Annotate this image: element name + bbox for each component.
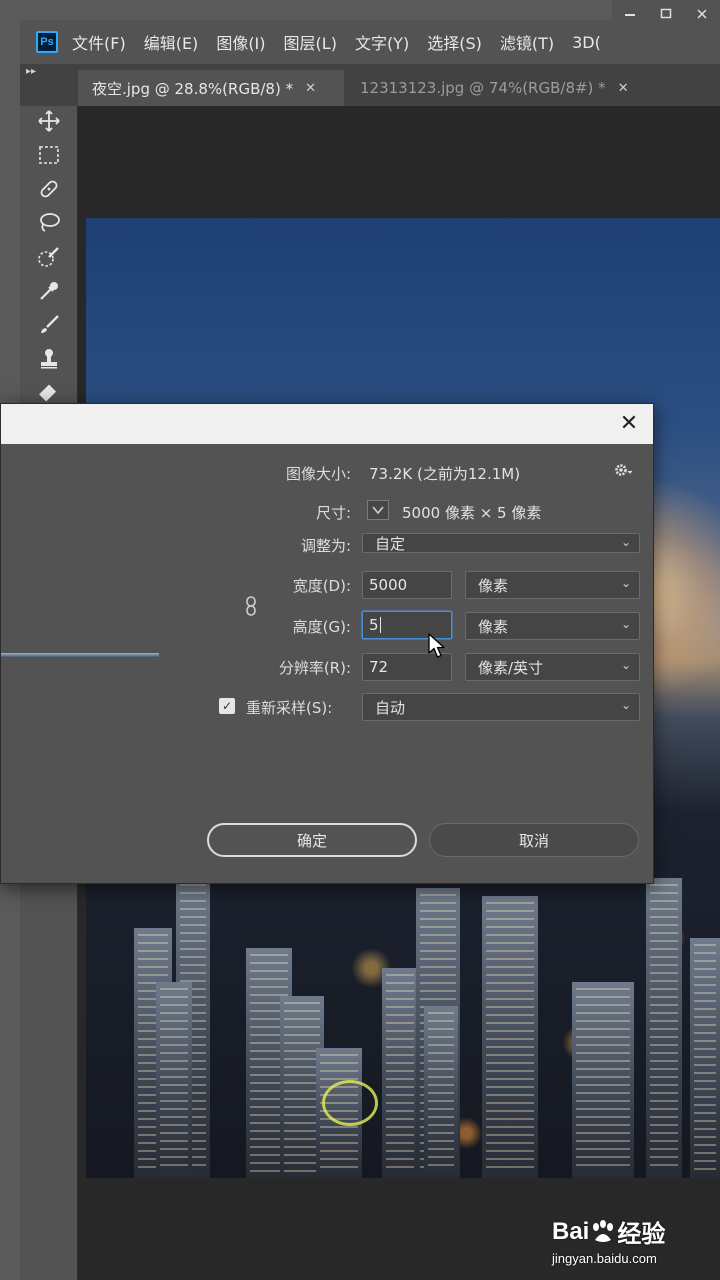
panel-collapse-icon[interactable]: ▸▸ xyxy=(26,66,36,77)
tab-night-sky[interactable]: 夜空.jpg @ 28.8%(RGB/8) * ✕ xyxy=(78,70,344,106)
fit-to-value: 自定 xyxy=(375,534,406,553)
menu-file[interactable]: 文件(F) xyxy=(72,30,126,54)
resolution-value: 72 xyxy=(369,658,389,676)
image-size-value: 73.2K (之前为12.1M) xyxy=(369,465,521,483)
menu-image[interactable]: 图像(I) xyxy=(216,30,265,54)
text-caret xyxy=(379,617,381,633)
chevron-down-icon: ⌄ xyxy=(620,658,631,672)
dimensions-toggle[interactable] xyxy=(367,500,389,520)
menu-layer[interactable]: 图层(L) xyxy=(284,30,337,54)
healing-icon[interactable] xyxy=(32,174,66,204)
tab-label: 12313123.jpg @ 74%(RGB/8#) * xyxy=(360,79,606,97)
window-controls xyxy=(612,0,720,28)
height-label: 高度(G): xyxy=(292,618,351,636)
fit-to-label: 调整为: xyxy=(300,537,351,555)
document-tab-bar: ▸▸ 夜空.jpg @ 28.8%(RGB/8) * ✕ 12313123.jp… xyxy=(20,64,720,106)
image-size-label: 图像大小: xyxy=(285,465,351,483)
menu-select[interactable]: 选择(S) xyxy=(427,30,482,54)
width-label: 宽度(D): xyxy=(292,577,351,595)
image-size-dialog: ✕ 图像大小: 73.2K (之前为12.1M) 尺寸: 5000 像素 × 5… xyxy=(0,403,654,884)
building xyxy=(646,878,682,1178)
resample-select[interactable]: 自动 ⌄ xyxy=(362,693,640,721)
fit-to-select[interactable]: 自定 ⌄ xyxy=(362,533,640,553)
watermark-url: jingyan.baidu.com xyxy=(552,1251,657,1266)
building xyxy=(156,982,192,1178)
cancel-button[interactable]: 取消 xyxy=(429,823,639,857)
stamp-icon[interactable] xyxy=(32,344,66,374)
photoshop-logo: Ps xyxy=(36,31,58,53)
close-window-icon[interactable] xyxy=(684,0,720,28)
height-value: 5 xyxy=(369,616,379,634)
menu-3d[interactable]: 3D( xyxy=(572,33,601,52)
width-value: 5000 xyxy=(369,576,408,594)
lit-park-ring xyxy=(322,1080,378,1126)
watermark-logo-text-after: 经验 xyxy=(617,1221,666,1248)
menu-type[interactable]: 文字(Y) xyxy=(355,30,409,54)
resolution-unit-select[interactable]: 像素/英寸 ⌄ xyxy=(465,653,640,681)
baidu-logo: Bai 经验 xyxy=(552,1214,720,1249)
resolution-unit: 像素/英寸 xyxy=(478,658,544,677)
watermark-logo-text: Bai xyxy=(552,1217,590,1245)
chevron-down-icon: ⌄ xyxy=(620,535,631,549)
paw-icon xyxy=(593,1219,614,1242)
baidu-jingyan-watermark: Bai 经验 jingyan.baidu.com xyxy=(552,1214,720,1270)
marquee-icon[interactable] xyxy=(32,140,66,170)
dimensions-label: 尺寸: xyxy=(315,504,351,522)
building xyxy=(482,896,538,1178)
resolution-label: 分辨率(R): xyxy=(278,659,351,677)
chevron-down-icon: ⌄ xyxy=(620,698,631,712)
tab-12313123[interactable]: 12313123.jpg @ 74%(RGB/8#) * ✕ xyxy=(346,70,629,106)
menu-filter[interactable]: 滤镜(T) xyxy=(500,30,554,54)
quick-select-icon[interactable] xyxy=(32,242,66,272)
tab-label: 夜空.jpg @ 28.8%(RGB/8) * xyxy=(92,79,294,98)
menu-edit[interactable]: 编辑(E) xyxy=(144,30,199,54)
link-icon[interactable] xyxy=(244,595,258,617)
building xyxy=(424,1006,458,1178)
minimize-icon[interactable] xyxy=(612,0,648,28)
image-preview xyxy=(1,653,159,658)
lasso-icon[interactable] xyxy=(32,208,66,238)
building xyxy=(690,938,720,1178)
mouse-cursor-icon xyxy=(428,633,445,658)
eyedropper-icon[interactable] xyxy=(32,276,66,306)
chevron-down-icon: ⌄ xyxy=(620,617,631,631)
resample-value: 自动 xyxy=(375,698,406,717)
height-unit: 像素 xyxy=(478,617,509,636)
resample-checkbox[interactable]: ✓ xyxy=(219,698,235,714)
brush-icon[interactable] xyxy=(32,310,66,340)
resample-label: 重新采样(S): xyxy=(246,699,333,717)
close-icon[interactable]: ✕ xyxy=(617,412,641,436)
close-tab-icon[interactable]: ✕ xyxy=(305,81,316,96)
ok-button[interactable]: 确定 xyxy=(207,823,417,857)
height-unit-select[interactable]: 像素 ⌄ xyxy=(465,612,640,640)
building xyxy=(572,982,634,1178)
building xyxy=(382,968,418,1178)
gear-icon[interactable] xyxy=(613,462,633,482)
move-icon[interactable] xyxy=(32,106,66,136)
width-input[interactable]: 5000 xyxy=(362,571,452,599)
width-unit: 像素 xyxy=(478,576,509,595)
chevron-down-icon: ⌄ xyxy=(620,576,631,590)
close-tab-icon[interactable]: ✕ xyxy=(618,81,629,96)
dialog-titlebar[interactable]: ✕ xyxy=(1,404,653,444)
dimensions-value: 5000 像素 × 5 像素 xyxy=(402,504,542,522)
width-unit-select[interactable]: 像素 ⌄ xyxy=(465,571,640,599)
maximize-icon[interactable] xyxy=(648,0,684,28)
